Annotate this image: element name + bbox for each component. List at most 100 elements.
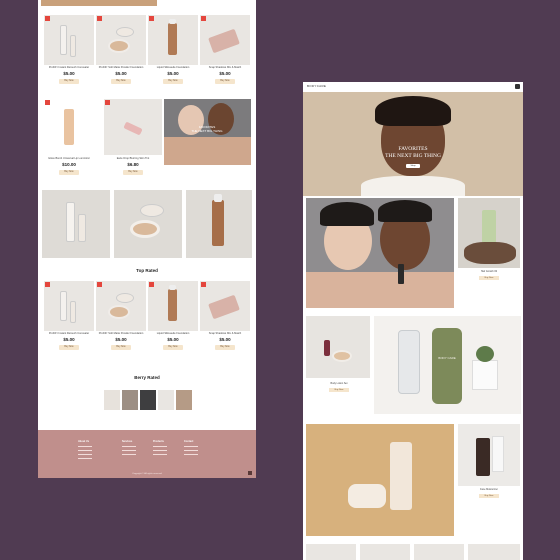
buy-button[interactable]: Buy Now bbox=[59, 79, 79, 84]
product-image[interactable] bbox=[44, 15, 94, 65]
cart-icon[interactable] bbox=[515, 84, 520, 89]
sale-badge bbox=[201, 282, 206, 287]
product-card[interactable]: Snap Shadows Mix & Match $5.00 Buy Now bbox=[200, 281, 250, 355]
gallery-thumbnail[interactable] bbox=[158, 390, 174, 410]
gallery-thumbnail[interactable] bbox=[122, 390, 138, 410]
product-image[interactable] bbox=[104, 99, 162, 155]
copyright-text: Copyright © All rights reserved bbox=[132, 473, 162, 475]
product-card[interactable]: ProFilt'r Soft Matte Powder Foundation $… bbox=[96, 15, 146, 89]
bottle-label: BODY CARE bbox=[438, 356, 456, 360]
scroll-to-top-button[interactable] bbox=[248, 471, 252, 475]
product-name[interactable]: Eaze Drop Blurring Skin Tint bbox=[104, 157, 162, 160]
product-card[interactable]: ProFilt'r Instant Retouch Concealer $5.0… bbox=[44, 15, 94, 89]
buy-button[interactable]: Buy Now bbox=[215, 79, 235, 84]
footer: About Us Services Products Contact Copyr… bbox=[38, 430, 256, 478]
product-card[interactable]: ProFilt'r Soft Matte Powder Foundation $… bbox=[96, 281, 146, 355]
footer-column: Products bbox=[153, 440, 167, 458]
models-photo[interactable] bbox=[306, 198, 454, 308]
buy-button[interactable]: Buy Now bbox=[163, 345, 183, 350]
product-image[interactable] bbox=[200, 15, 250, 65]
sale-badge bbox=[201, 16, 206, 21]
product-price: $5.00 bbox=[115, 71, 127, 76]
hero-shop-button[interactable]: Shop bbox=[406, 164, 420, 168]
product-card[interactable]: Snap Shadows Mix & Match $5.00 Buy Now bbox=[200, 15, 250, 89]
sale-badge bbox=[45, 100, 50, 105]
berry-rated-gallery bbox=[104, 390, 192, 410]
site-logo[interactable]: BODYCARE bbox=[307, 84, 326, 88]
buy-button[interactable]: Buy Now bbox=[111, 79, 131, 84]
sale-badge bbox=[105, 100, 110, 105]
product-photo[interactable] bbox=[458, 198, 520, 268]
product-image[interactable] bbox=[148, 281, 198, 331]
footer-heading: Products bbox=[153, 440, 164, 443]
product-card[interactable]: Gloss Bomb Universal Lip Luminizer $10.0… bbox=[44, 99, 94, 181]
sale-badge bbox=[45, 282, 50, 287]
footer-column: Services bbox=[122, 440, 136, 458]
product-image[interactable] bbox=[96, 15, 146, 65]
buy-button[interactable]: Buy Now bbox=[123, 170, 143, 175]
product-image[interactable] bbox=[44, 281, 94, 331]
product-card[interactable]: ProFilt'r Instant Retouch Concealer $5.0… bbox=[44, 281, 94, 355]
product-name[interactable]: Liquid Silksuede Foundation bbox=[148, 332, 198, 335]
product-price: $5.00 bbox=[115, 337, 127, 342]
product-photo[interactable] bbox=[458, 424, 520, 486]
product-card[interactable]: Liquid Silksuede Foundation $5.00 Buy No… bbox=[148, 15, 198, 89]
product-price: $6.80 bbox=[127, 162, 139, 167]
promo-bar bbox=[41, 0, 157, 6]
buy-button[interactable]: Buy Now bbox=[329, 388, 349, 392]
product-image[interactable] bbox=[200, 281, 250, 331]
site-header: BODYCARE bbox=[303, 82, 523, 92]
sale-badge bbox=[149, 282, 154, 287]
buy-button[interactable]: Buy Now bbox=[479, 276, 499, 280]
product-photo[interactable]: BODY CARE bbox=[374, 316, 521, 414]
product-name[interactable]: Liquid Silksuede Foundation bbox=[148, 66, 198, 69]
model-top bbox=[361, 176, 465, 196]
product-thumbnail[interactable] bbox=[414, 544, 464, 560]
product-name[interactable]: Face Moisturizer bbox=[461, 488, 517, 491]
product-showcase-image[interactable] bbox=[114, 190, 182, 258]
product-price: $5.00 bbox=[63, 337, 75, 342]
footer-heading: Services bbox=[122, 440, 133, 443]
top-rated-title: Top Rated bbox=[136, 268, 158, 273]
product-name[interactable]: Snap Shadows Mix & Match bbox=[200, 332, 250, 335]
product-name[interactable]: Gloss Bomb Universal Lip Luminizer bbox=[44, 157, 94, 160]
product-thumbnail-strip bbox=[306, 544, 520, 560]
sale-badge bbox=[149, 16, 154, 21]
product-name[interactable]: ProFilt'r Soft Matte Powder Foundation bbox=[96, 66, 146, 69]
product-card[interactable]: Liquid Silksuede Foundation $5.00 Buy No… bbox=[148, 281, 198, 355]
product-name[interactable]: ProFilt'r Instant Retouch Concealer bbox=[44, 66, 94, 69]
sale-badge bbox=[97, 282, 102, 287]
product-thumbnail[interactable] bbox=[468, 544, 520, 560]
buy-button[interactable]: Buy Now bbox=[111, 345, 131, 350]
product-card[interactable]: Eaze Drop Blurring Skin Tint $6.80 Buy N… bbox=[104, 99, 162, 181]
buy-button[interactable]: Buy Now bbox=[163, 79, 183, 84]
product-image[interactable] bbox=[148, 15, 198, 65]
product-thumbnail[interactable] bbox=[360, 544, 410, 560]
buy-button[interactable]: Buy Now bbox=[59, 170, 79, 175]
buy-button[interactable]: Buy Now bbox=[215, 345, 235, 350]
product-name[interactable]: ProFilt'r Instant Retouch Concealer bbox=[44, 332, 94, 335]
hero-title: FAVORITES THE NEXT BIG THING bbox=[385, 146, 441, 159]
product-photo[interactable] bbox=[306, 316, 370, 378]
gallery-thumbnail[interactable] bbox=[104, 390, 120, 410]
sale-badge bbox=[45, 16, 50, 21]
product-image[interactable] bbox=[96, 281, 146, 331]
gallery-thumbnail[interactable] bbox=[176, 390, 192, 410]
product-name[interactable]: Snap Shadows Mix & Match bbox=[200, 66, 250, 69]
buy-button[interactable]: Buy Now bbox=[479, 494, 499, 498]
left-page-screenshot: ProFilt'r Instant Retouch Concealer $5.0… bbox=[38, 0, 256, 478]
product-photo[interactable] bbox=[306, 424, 454, 536]
sale-badge bbox=[97, 16, 102, 21]
product-showcase-image[interactable] bbox=[42, 190, 110, 258]
product-price: $5.00 bbox=[167, 337, 179, 342]
buy-button[interactable]: Buy Now bbox=[59, 345, 79, 350]
product-name[interactable]: Body Lotion Set bbox=[311, 382, 367, 385]
gallery-thumbnail[interactable] bbox=[140, 390, 156, 410]
product-showcase-image[interactable] bbox=[186, 190, 252, 258]
banner-image[interactable]: FAVORITES THE NEXT BIG THING bbox=[164, 99, 251, 165]
product-thumbnail[interactable] bbox=[306, 544, 356, 560]
product-image[interactable] bbox=[44, 99, 94, 155]
product-name[interactable]: ProFilt'r Soft Matte Powder Foundation bbox=[96, 332, 146, 335]
footer-column: About Us bbox=[78, 440, 92, 462]
product-name[interactable]: Hair Growth Oil bbox=[461, 270, 517, 273]
